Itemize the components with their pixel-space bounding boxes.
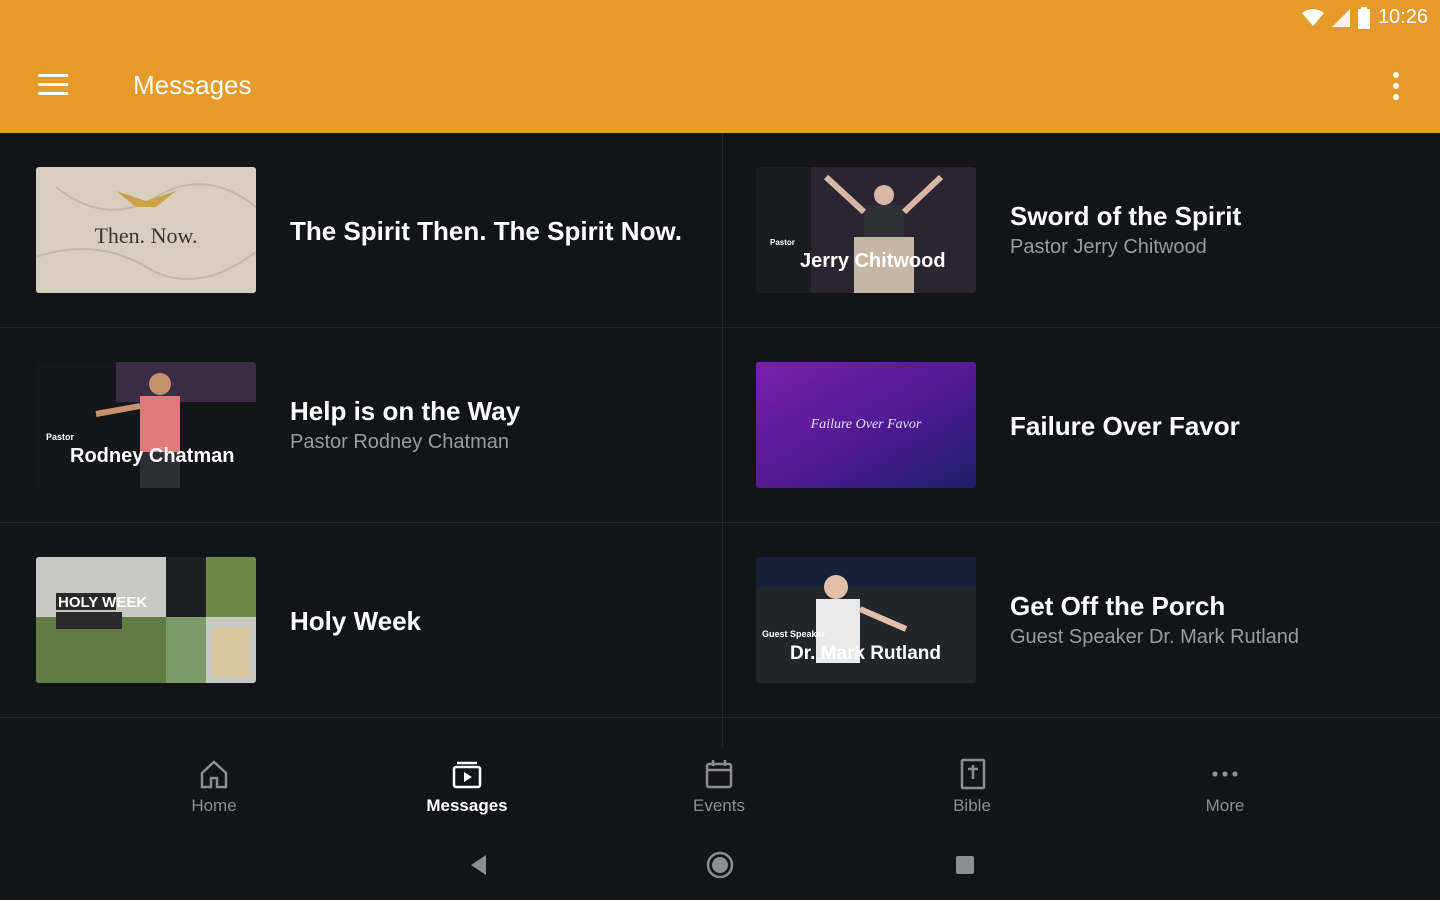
message-subtitle: Pastor Jerry Chitwood: [1010, 235, 1207, 258]
message-subtitle: Guest Speaker Dr. Mark Rutland: [1010, 625, 1300, 648]
message-title: Failure Over Favor: [1010, 410, 1240, 441]
status-bar: 10:26: [0, 0, 1440, 40]
nav-events-label: Events: [693, 796, 745, 815]
nav-bible-label: Bible: [953, 796, 991, 815]
message-thumbnail: Failure Over Favor: [756, 362, 976, 488]
message-title: Holy Week: [290, 605, 422, 636]
home-icon: [200, 760, 228, 789]
back-icon[interactable]: [465, 850, 495, 880]
app-bar: Messages: [0, 40, 1440, 133]
nav-home-label: Home: [191, 796, 237, 815]
message-subtitle: Pastor Rodney Chatman: [290, 430, 510, 453]
wifi-icon: [1301, 8, 1324, 26]
bottom-navigation: Home Messages Events Bible More: [0, 747, 1440, 827]
message-thumbnail: HOLY WEEK: [36, 557, 256, 683]
thumbnail-caption: Rodney Chatman: [70, 445, 234, 467]
page-title: Messages: [133, 70, 252, 100]
message-item[interactable]: Then. Now. The Spirit Then. The Spirit N…: [0, 133, 720, 328]
nav-events[interactable]: Events: [649, 747, 789, 827]
message-title: Get Off the Porch: [1010, 590, 1226, 621]
message-item[interactable]: HOLY WEEK Holy Week: [0, 523, 720, 718]
thumbnail-caption-small: Guest Speaker: [762, 629, 826, 639]
thumbnail-caption: Dr. Mark Rutland: [790, 643, 941, 664]
thumbnail-caption: Jerry Chitwood: [800, 250, 946, 272]
thumbnail-caption: HOLY WEEK: [58, 594, 147, 611]
battery-icon: [1357, 6, 1370, 29]
system-navigation-bar: [0, 838, 1440, 890]
messages-grid: Then. Now. The Spirit Then. The Spirit N…: [0, 133, 1440, 718]
thumbnail-caption: Then. Now.: [94, 223, 197, 248]
thumbnail-caption-small: Pastor: [46, 432, 75, 442]
message-thumbnail: Guest Speaker Dr. Mark Rutland: [756, 557, 976, 683]
thumbnail-caption: Failure Over Favor: [810, 417, 922, 432]
hamburger-menu-icon[interactable]: [38, 72, 70, 96]
nav-messages[interactable]: Messages: [397, 747, 537, 827]
status-time: 10:26: [1377, 6, 1428, 28]
recents-icon[interactable]: [950, 850, 980, 880]
message-title: Sword of the Spirit: [1010, 200, 1242, 231]
home-circle-icon[interactable]: [705, 850, 735, 880]
nav-messages-label: Messages: [426, 796, 508, 815]
message-item[interactable]: Guest Speaker Dr. Mark Rutland Get Off t…: [720, 523, 1440, 718]
more-horizontal-icon: [1212, 771, 1238, 777]
message-item[interactable]: Failure Over Favor Failure Over Favor: [720, 328, 1440, 523]
message-item[interactable]: Pastor Rodney Chatman Help is on the Way…: [0, 328, 720, 523]
nav-home[interactable]: Home: [144, 747, 284, 827]
message-thumbnail: Pastor Rodney Chatman: [36, 362, 256, 488]
message-title: The Spirit Then. The Spirit Now.: [290, 215, 682, 246]
message-title: Help is on the Way: [290, 395, 521, 426]
status-icons: 10:26: [1301, 6, 1428, 29]
calendar-icon: [705, 760, 733, 789]
signal-icon: [1331, 8, 1350, 27]
nav-more-label: More: [1205, 796, 1245, 815]
bible-icon: [960, 758, 986, 790]
nav-bible[interactable]: Bible: [902, 747, 1042, 827]
thumbnail-caption-small: Pastor: [770, 238, 795, 247]
message-thumbnail: Pastor Jerry Chitwood: [756, 167, 976, 293]
video-library-icon: [452, 761, 482, 789]
overflow-menu-icon[interactable]: [1384, 70, 1408, 102]
nav-more[interactable]: More: [1155, 747, 1295, 827]
message-thumbnail: Then. Now.: [36, 167, 256, 293]
message-item[interactable]: Pastor Jerry Chitwood Sword of the Spiri…: [720, 133, 1440, 328]
